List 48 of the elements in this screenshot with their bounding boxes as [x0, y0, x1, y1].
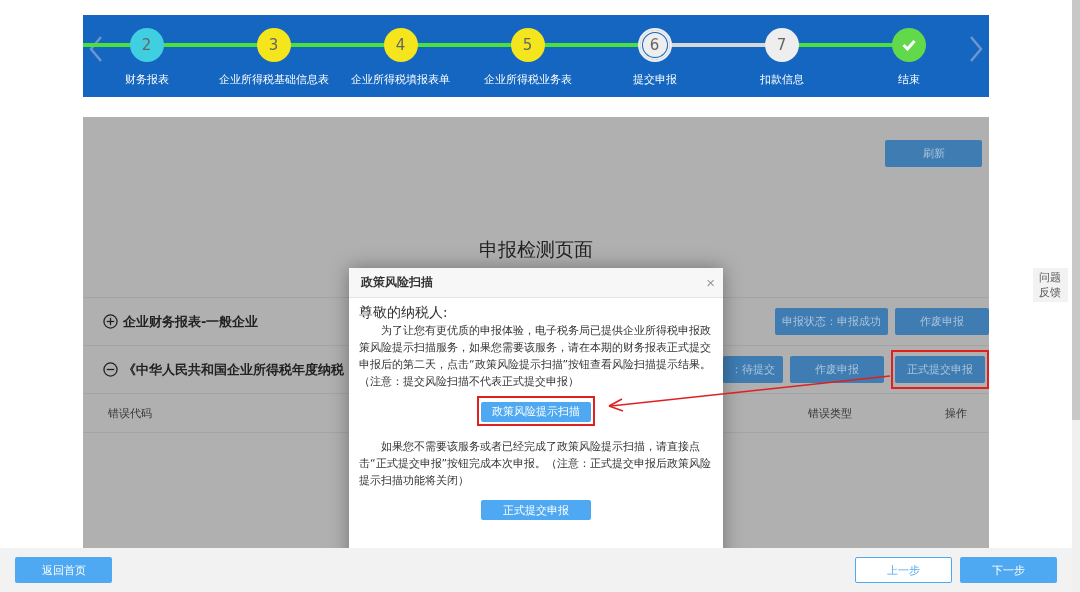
section-title: 《中华人民共和国企业所得税年度纳税	[123, 360, 344, 379]
action-button[interactable]: ：待提交	[723, 356, 783, 383]
step-label: 结束	[897, 72, 920, 87]
step-circle[interactable]: 3	[256, 28, 291, 62]
greeting-text: 尊敬的纳税人:	[359, 304, 449, 322]
notice-paragraph: 为了让您有更优质的申报体验，电子税务局已提供企业所得税申报政策风险提示扫描服务，如果您需要该服务，请在本期的财务报表正式提交申报后的第二天，点击“政策风险提示扫描”按钮查看风险扫描提示结果。（注意：提交风险扫描不代表正式提交申报）	[359, 323, 713, 390]
chevron-left-icon[interactable]	[89, 35, 103, 63]
action-button[interactable]: 申报状态：申报成功	[775, 308, 888, 335]
step-circle[interactable]: 4	[383, 28, 418, 62]
plus-circle-icon[interactable]	[103, 314, 118, 329]
step-number: 5	[522, 36, 533, 54]
step-label: 企业所得税基础信息表	[218, 72, 329, 87]
step-number: 6	[649, 36, 660, 54]
step-circle[interactable]: 2	[129, 28, 164, 62]
column-header: 错误类型	[808, 405, 852, 421]
section-title: 企业财务报表-一般企业	[123, 312, 259, 331]
step-label: 提交申报	[632, 72, 677, 87]
step-number: 2	[141, 36, 152, 54]
refresh-button[interactable]: 刷新	[885, 140, 982, 167]
close-button[interactable]: ×	[706, 274, 715, 291]
dialog-button[interactable]: 政策风险提示扫描	[481, 401, 591, 422]
check-icon	[901, 39, 916, 51]
action-button[interactable]: 正式提交申报	[895, 356, 985, 383]
step-number: 4	[395, 36, 406, 54]
step-circle[interactable]: 7	[764, 28, 799, 62]
step-circle[interactable]: 5	[510, 28, 545, 62]
step-label: 企业所得税业务表	[483, 72, 572, 87]
step-label: 财务报表	[124, 72, 169, 87]
step-label: 扣款信息	[759, 72, 804, 87]
dialog-button[interactable]: 正式提交申报	[481, 500, 591, 520]
step-number: 7	[776, 36, 787, 54]
step-circle[interactable]	[891, 28, 926, 62]
column-header: 操作	[945, 405, 967, 421]
action-button[interactable]: 作废申报	[790, 356, 884, 383]
step-number: 3	[268, 36, 279, 54]
previous-button[interactable]: 上一步	[855, 557, 952, 583]
scrollbar[interactable]	[1072, 0, 1080, 592]
feedback-tab[interactable]: 问题反馈	[1033, 268, 1068, 302]
action-button[interactable]: 作废申报	[895, 308, 989, 335]
dialog-title: 政策风险扫描	[361, 274, 433, 291]
next-button[interactable]: 下一步	[960, 557, 1057, 583]
step-label: 企业所得税填报表单	[351, 72, 450, 87]
column-header: 错误代码	[108, 405, 152, 421]
step-circle[interactable]: 6	[637, 28, 672, 62]
minus-circle-icon[interactable]	[103, 362, 118, 377]
notice-paragraph: 如果您不需要该服务或者已经完成了政策风险提示扫描，请直接点击“正式提交申报”按钮完成本次申报。（注意：正式提交申报后政策风险提示扫描功能将关闭）	[359, 438, 713, 489]
home-button[interactable]: 返回首页	[15, 557, 112, 583]
page-title: 申报检测页面	[479, 237, 593, 261]
